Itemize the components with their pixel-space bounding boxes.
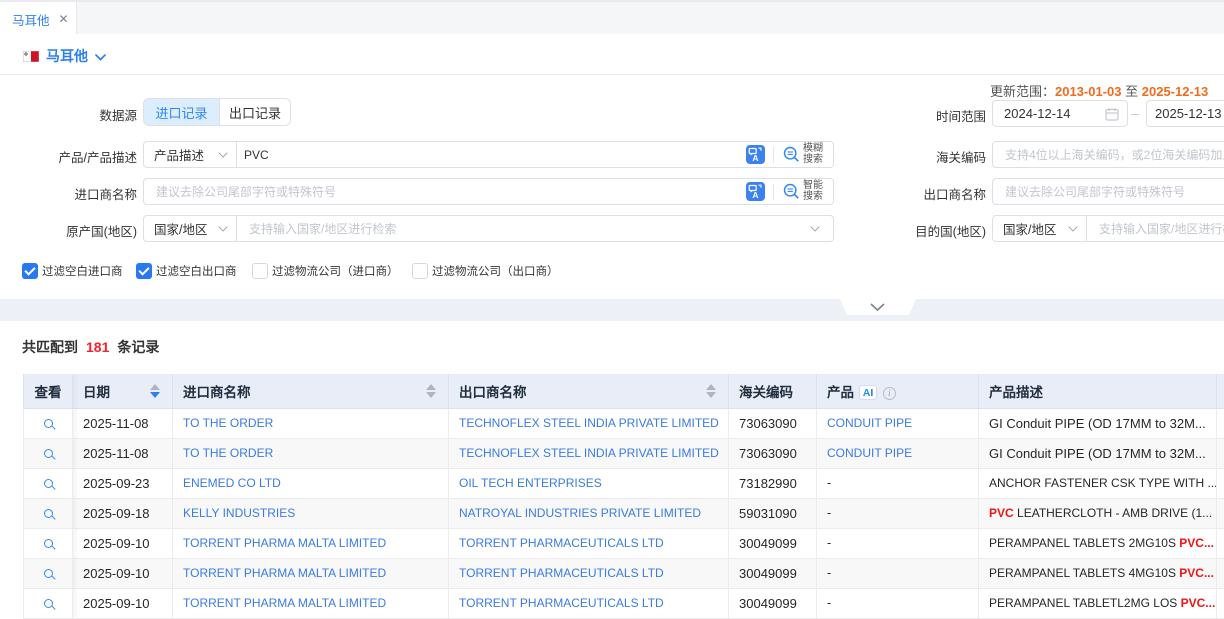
svg-text:A: A xyxy=(752,153,758,163)
svg-text:A: A xyxy=(752,190,758,200)
